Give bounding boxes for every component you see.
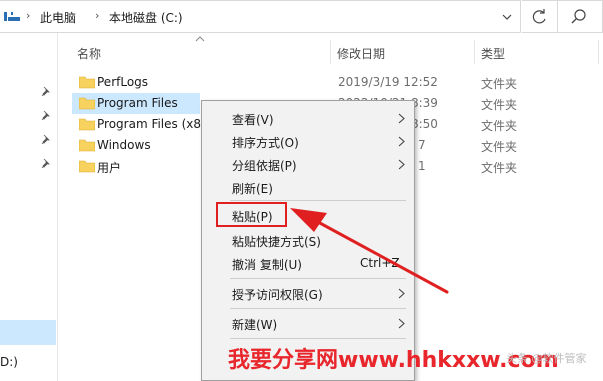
file-type: 文件夹	[481, 161, 518, 175]
file-name[interactable]: PerfLogs	[97, 75, 148, 89]
chevron-down-icon[interactable]	[498, 9, 516, 25]
menu-item-view[interactable]: 查看(V)	[232, 111, 274, 128]
pin-icon[interactable]	[40, 110, 52, 122]
pin-icon[interactable]	[40, 158, 52, 170]
folder-icon	[79, 139, 95, 152]
menu-separator	[230, 278, 406, 279]
address-bar[interactable]: › 此电脑 › 本地磁盘 (C:)	[0, 0, 521, 33]
file-name[interactable]: Windows	[97, 138, 151, 152]
navigation-pane[interactable]: D:)	[0, 33, 58, 381]
menu-item-shortcut: Ctrl+Z	[360, 256, 400, 270]
breadcrumb-separator[interactable]: ›	[26, 9, 30, 22]
column-header-name[interactable]: 名称	[77, 45, 101, 62]
chevron-right-icon	[398, 136, 405, 147]
file-type: 文件夹	[481, 77, 518, 91]
chevron-right-icon	[398, 113, 405, 124]
sort-ascending-icon	[195, 36, 205, 42]
watermark-faint: 头条 @软件管家	[506, 352, 587, 365]
menu-item-undo-copy[interactable]: 撤消 复制(U)	[232, 256, 302, 273]
file-date: 7	[418, 138, 426, 152]
file-date: 2019/3/19 12:52	[338, 75, 438, 89]
menu-item-paste[interactable]: 粘贴(P)	[232, 208, 273, 225]
nav-item-selected[interactable]	[0, 320, 56, 345]
column-divider[interactable]	[474, 40, 475, 64]
refresh-icon	[532, 9, 546, 24]
menu-item-group[interactable]: 分组依据(P)	[232, 157, 297, 174]
menu-separator	[230, 338, 406, 339]
menu-item-refresh[interactable]: 刷新(E)	[232, 180, 273, 197]
file-type: 文件夹	[481, 140, 518, 154]
folder-icon	[79, 118, 95, 131]
refresh-button[interactable]	[522, 0, 558, 33]
chevron-right-icon	[398, 159, 405, 170]
nav-item-drive-d[interactable]: D:)	[0, 355, 18, 369]
menu-item-paste-shortcut[interactable]: 粘贴快捷方式(S)	[232, 233, 321, 250]
file-type: 文件夹	[481, 98, 518, 112]
search-icon	[571, 9, 586, 24]
file-name[interactable]: 用户	[97, 159, 121, 176]
search-box[interactable]	[558, 0, 603, 33]
breadcrumb-local-disk[interactable]: 本地磁盘 (C:)	[109, 9, 183, 26]
file-date: 1	[418, 159, 426, 173]
chevron-right-icon	[398, 318, 405, 329]
column-header-type[interactable]: 类型	[481, 45, 505, 62]
folder-icon	[79, 97, 95, 110]
file-name[interactable]: Program Files (x86)	[97, 117, 213, 131]
menu-item-grant-access[interactable]: 授予访问权限(G)	[232, 286, 323, 303]
column-divider[interactable]	[598, 40, 599, 64]
file-name[interactable]: Program Files	[97, 96, 178, 110]
menu-item-sort[interactable]: 排序方式(O)	[232, 134, 299, 151]
column-divider[interactable]	[330, 40, 331, 64]
computer-icon	[4, 12, 20, 21]
breadcrumb-separator[interactable]: ›	[95, 9, 99, 22]
column-header-date[interactable]: 修改日期	[337, 45, 385, 62]
breadcrumb-this-pc[interactable]: 此电脑	[40, 9, 76, 26]
pin-icon[interactable]	[40, 134, 52, 146]
folder-icon	[79, 160, 95, 173]
folder-icon	[79, 76, 95, 89]
menu-separator	[230, 200, 406, 201]
menu-separator	[230, 308, 406, 309]
pin-icon[interactable]	[40, 86, 52, 98]
context-menu[interactable]: 查看(V) 排序方式(O) 分组依据(P) 刷新(E) 粘贴(P) 粘贴快捷方式…	[201, 100, 415, 381]
chevron-right-icon	[398, 288, 405, 299]
menu-item-new[interactable]: 新建(W)	[232, 316, 277, 333]
file-type: 文件夹	[481, 119, 518, 133]
